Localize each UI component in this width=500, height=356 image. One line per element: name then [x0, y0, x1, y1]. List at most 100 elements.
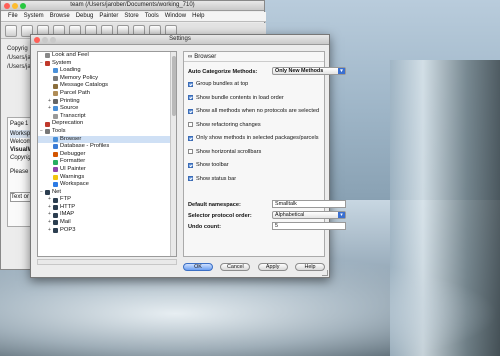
tree-item-database-profiles[interactable]: Database - Profiles — [38, 143, 176, 151]
tree-item-label: Net — [52, 188, 62, 195]
default-namespace-input[interactable]: Smalltalk — [272, 200, 346, 208]
tab-1[interactable]: 1 — [25, 120, 28, 128]
tree-item-source[interactable]: + Source — [38, 105, 176, 113]
tree-item-pop3[interactable]: + POP3 — [38, 227, 176, 235]
tree-scroll-thumb[interactable] — [172, 56, 176, 116]
tree-item-system[interactable]: − System — [38, 60, 176, 68]
ok-button[interactable]: OK — [183, 263, 213, 271]
checkbox-label: Group bundles at top — [196, 81, 249, 87]
tree-item-transcript[interactable]: Transcript — [38, 113, 176, 121]
tree-item-message-catalogs[interactable]: Message Catalogs — [38, 82, 176, 90]
selector-order-select[interactable]: Alphabetical ▾ — [272, 211, 346, 219]
menu-browse[interactable]: Browse — [47, 12, 73, 21]
selector-order-label: Selector protocol order: — [188, 213, 252, 219]
tree-vertical-scrollbar[interactable] — [170, 52, 176, 256]
checkbox[interactable] — [188, 176, 193, 181]
tree-horizontal-scrollbar[interactable] — [37, 259, 177, 265]
workspace-line: Workspace — [10, 130, 40, 138]
workspace-line: Welcom — [10, 139, 32, 145]
main-titlebar[interactable]: team (/Users/jarober/Documents/working_7… — [1, 1, 264, 11]
tools-icon — [45, 129, 50, 135]
tree-item-label: POP3 — [60, 226, 76, 233]
checkbox-option[interactable]: Show status bar — [188, 176, 236, 182]
checkbox-option[interactable]: Show toolbar — [188, 162, 229, 168]
debugger-icon — [53, 152, 58, 158]
checkbox-label: Show status bar — [196, 175, 237, 182]
parcel-icon — [53, 91, 58, 97]
dialog-titlebar[interactable]: Settings — [31, 35, 329, 45]
resize-grip-icon[interactable] — [322, 270, 328, 276]
checkbox[interactable] — [188, 135, 193, 141]
checkbox-option[interactable]: Show horizontal scrollbars — [188, 149, 261, 155]
mail-icon — [53, 220, 58, 226]
tree-item-debugger[interactable]: Debugger — [38, 151, 176, 159]
checkbox-option[interactable]: Group bundles at top — [188, 81, 248, 87]
checkbox[interactable] — [188, 81, 193, 87]
tree-item-label: Deprecation — [52, 120, 84, 127]
menu-painter[interactable]: Painter — [96, 12, 121, 21]
settings-tree[interactable]: Look and Feel − System Loading Memory Policy… — [37, 51, 177, 257]
tree-item-deprecation[interactable]: Deprecation — [38, 120, 176, 128]
auto-categorize-select[interactable]: Only New Methods ▾ — [272, 67, 346, 75]
tree-item-label: Browser — [60, 135, 82, 142]
checkbox-label: Show all methods when no protocols are s… — [196, 108, 320, 114]
tree-item-http[interactable]: + HTTP — [38, 204, 176, 212]
workspace-line: VisualWo — [10, 147, 37, 153]
ftp-icon — [53, 197, 58, 203]
menu-help[interactable]: Help — [189, 12, 207, 21]
http-icon — [53, 205, 58, 211]
tree-item-label: Transcript — [60, 112, 86, 119]
tree-item-ftp[interactable]: + FTP — [38, 196, 176, 204]
workspace-tabs: Page 1 — [10, 120, 32, 128]
undo-count-input[interactable]: 5 — [272, 222, 346, 230]
checkbox[interactable] — [188, 108, 193, 114]
checkbox[interactable] — [188, 95, 193, 100]
menu-debug[interactable]: Debug — [73, 12, 97, 21]
tree-item-printing[interactable]: + Printing — [38, 98, 176, 106]
main-window-title: team (/Users/jarober/Documents/working_7… — [70, 2, 195, 8]
help-button[interactable]: Help — [294, 263, 325, 271]
loading-icon — [53, 68, 58, 74]
catalog-icon — [53, 83, 58, 89]
checkbox-option[interactable]: Only show methods in selected packages/p… — [188, 135, 319, 141]
checkbox[interactable] — [188, 162, 193, 168]
menu-bar: File System Browse Debug Painter Store T… — [1, 12, 266, 22]
workspace-line: Copyrig — [10, 155, 31, 161]
tree-item-warnings[interactable]: Warnings — [38, 174, 176, 182]
checkbox-label: Show bundle contents in load order — [196, 94, 284, 101]
browser-icon: ∞ — [188, 53, 193, 60]
tree-item-label: Workspace — [60, 181, 89, 188]
tree-item-parcel-path[interactable]: Parcel Path — [38, 90, 176, 98]
tree-item-net[interactable]: − Net — [38, 189, 176, 197]
tree-item-label: Source — [60, 105, 79, 112]
dialog-title: Settings — [169, 36, 191, 42]
net-icon — [45, 189, 50, 195]
tree-item-browser[interactable]: Browser — [38, 135, 176, 144]
menu-tools[interactable]: Tools — [142, 12, 162, 21]
tab-page[interactable]: Page — [10, 120, 24, 128]
checkbox-option[interactable]: Show bundle contents in load order — [188, 95, 284, 101]
menu-window[interactable]: Window — [162, 12, 189, 21]
tree-item-imap[interactable]: + IMAP — [38, 211, 176, 219]
menu-file[interactable]: File — [5, 12, 21, 21]
chevron-down-icon: ▾ — [338, 212, 345, 218]
checkbox[interactable] — [188, 149, 193, 154]
toolbar-button-1[interactable] — [5, 25, 17, 37]
checkbox-option[interactable]: Show refactoring changes — [188, 122, 261, 128]
cancel-button[interactable]: Cancel — [220, 263, 251, 271]
apply-button[interactable]: Apply — [257, 263, 288, 271]
menu-store[interactable]: Store — [121, 12, 141, 21]
checkbox-option[interactable]: Show all methods when no protocols are s… — [188, 108, 319, 114]
tree-item-formatter[interactable]: Formatter — [38, 158, 176, 166]
tree-item-tools[interactable]: − Tools — [38, 128, 176, 136]
tree-item-ui-painter[interactable]: UI Painter — [38, 166, 176, 174]
tree-item-mail[interactable]: + Mail — [38, 219, 176, 227]
tree-item-label: Message Catalogs — [60, 82, 109, 89]
menu-system[interactable]: System — [21, 12, 47, 21]
tree-item-workspace[interactable]: Workspace — [38, 181, 176, 189]
tree-item-memory-policy[interactable]: Memory Policy — [38, 75, 176, 83]
checkbox[interactable] — [188, 122, 193, 127]
tree-item-look-and-feel[interactable]: Look and Feel — [38, 52, 176, 60]
tree-item-loading[interactable]: Loading — [38, 67, 176, 75]
default-namespace-label: Default namespace: — [188, 202, 241, 208]
